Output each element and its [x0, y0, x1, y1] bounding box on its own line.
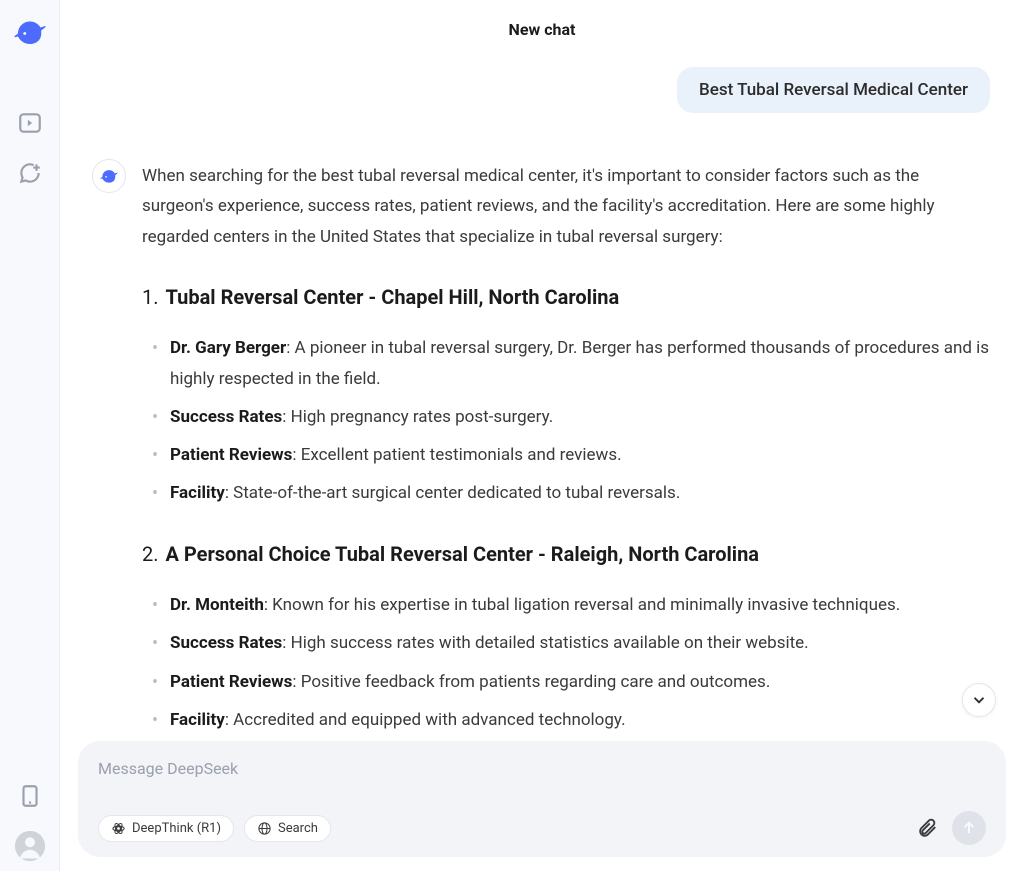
input-box: DeepThink (R1) Search [78, 741, 1006, 857]
scroll-to-bottom-button[interactable] [962, 683, 996, 717]
assistant-row: When searching for the best tubal revers… [92, 159, 992, 733]
deepthink-chip[interactable]: DeepThink (R1) [98, 815, 234, 842]
sidebar-top [12, 14, 48, 186]
list-item: Success Rates: High success rates with d… [170, 628, 992, 658]
list-item: Facility: Accredited and equipped with a… [170, 705, 992, 733]
section-list: Dr. Monteith: Known for his expertise in… [142, 590, 992, 733]
mobile-icon[interactable] [17, 783, 43, 809]
assistant-intro: When searching for the best tubal revers… [142, 161, 992, 252]
list-item: Facility: State-of-the-art surgical cent… [170, 478, 992, 508]
section-heading: 1. Tubal Reversal Center - Chapel Hill, … [142, 280, 992, 316]
list-item: Dr. Monteith: Known for his expertise in… [170, 590, 992, 620]
input-controls: DeepThink (R1) Search [98, 811, 986, 845]
attach-button[interactable] [916, 817, 938, 839]
chat-scroll-area[interactable]: Best Tubal Reversal Medical Center When … [60, 47, 1024, 733]
collapse-sidebar-icon[interactable] [17, 110, 43, 136]
assistant-avatar [92, 159, 126, 193]
user-message: Best Tubal Reversal Medical Center [677, 67, 990, 113]
list-item: Patient Reviews: Excellent patient testi… [170, 440, 992, 470]
list-item: Dr. Gary Berger: A pioneer in tubal reve… [170, 333, 992, 394]
search-chip[interactable]: Search [244, 815, 331, 842]
sidebar-bottom [15, 783, 45, 861]
section-heading: 2. A Personal Choice Tubal Reversal Cent… [142, 537, 992, 573]
input-area: DeepThink (R1) Search [60, 733, 1024, 871]
message-input[interactable] [98, 759, 986, 781]
list-item: Success Rates: High pregnancy rates post… [170, 402, 992, 432]
section-list: Dr. Gary Berger: A pioneer in tubal reve… [142, 333, 992, 508]
assistant-section: 1. Tubal Reversal Center - Chapel Hill, … [142, 280, 992, 509]
search-chip-label: Search [278, 821, 318, 836]
profile-avatar[interactable] [15, 831, 45, 861]
sidebar [0, 0, 60, 871]
deepthink-chip-label: DeepThink (R1) [132, 821, 221, 836]
chat-inner: Best Tubal Reversal Medical Center When … [92, 67, 992, 733]
page-title: New chat [60, 0, 1024, 47]
new-chat-icon[interactable] [17, 160, 43, 186]
assistant-section: 2. A Personal Choice Tubal Reversal Cent… [142, 537, 992, 733]
assistant-content: When searching for the best tubal revers… [142, 159, 992, 733]
main: New chat Best Tubal Reversal Medical Cen… [60, 0, 1024, 871]
user-message-row: Best Tubal Reversal Medical Center [92, 67, 992, 113]
input-right [916, 811, 986, 845]
list-item: Patient Reviews: Positive feedback from … [170, 667, 992, 697]
whale-logo-icon[interactable] [12, 14, 48, 50]
send-button[interactable] [952, 811, 986, 845]
